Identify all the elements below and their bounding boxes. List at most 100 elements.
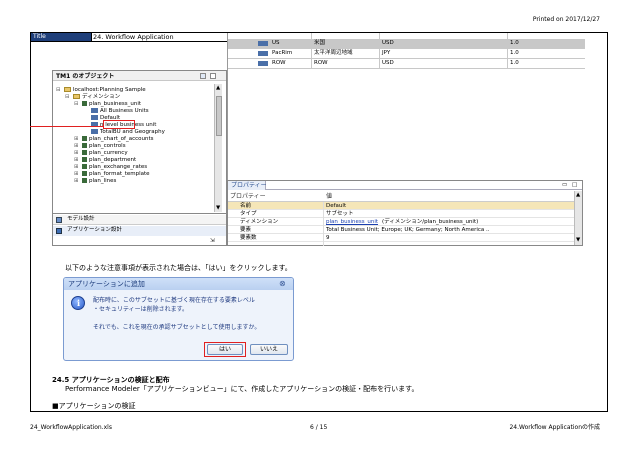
tab-application-design[interactable]: アプリケーション設計 — [53, 226, 226, 236]
scroll-thumb[interactable] — [216, 96, 222, 136]
grid-cell-name: ROW — [272, 60, 286, 66]
maximize-icon[interactable]: □ — [572, 182, 577, 188]
tree-item[interactable]: ⊟ plan_business_unit — [74, 101, 141, 108]
pointer-line — [30, 126, 103, 127]
subset-icon — [91, 129, 98, 134]
prop-tab-line — [266, 189, 582, 190]
sheet-title: 24. Workflow Application — [93, 33, 174, 41]
title-label: Title — [31, 33, 91, 41]
minimize-icon[interactable]: ▭ — [562, 182, 567, 188]
properties-scrollbar[interactable]: ▲ ▼ — [574, 191, 582, 245]
dimension-icon — [82, 157, 87, 162]
scroll-up-icon[interactable]: ▲ — [216, 85, 220, 91]
grid-cell-value: 1.0 — [510, 60, 519, 66]
grid-cell-jp: 太平洋周辺地域 — [314, 50, 353, 56]
grid-cell-jp: 米国 — [314, 40, 326, 46]
tree-item-label: plan_lines — [89, 178, 117, 184]
tab-properties[interactable]: プロパティー — [228, 181, 267, 190]
expander-icon[interactable]: ⊞ — [74, 157, 82, 164]
expander-icon[interactable]: ⊞ — [74, 164, 82, 171]
tree-item[interactable]: TotalBU and Geography — [83, 129, 165, 136]
footer-chapter: 24.Workflow Applicationの作成 — [509, 424, 600, 431]
dialog-title: アプリケーションに追加 — [68, 280, 145, 288]
property-value-detail: (ディメンション/plan_business_unit) — [382, 219, 479, 225]
tree-scrollbar[interactable]: ▲ ▼ — [214, 84, 222, 212]
tree-item-label: plan_currency — [89, 150, 128, 156]
tree-item[interactable]: ⊞ plan_currency — [74, 150, 128, 157]
no-button[interactable]: いいえ — [250, 344, 288, 355]
dialog-message-line2: ・セキュリティーは削除されます。 — [93, 306, 189, 313]
grid-cell-name: US — [272, 40, 280, 46]
tree-item[interactable]: ⊞ plan_department — [74, 157, 136, 164]
grid-cell-currency: USD — [382, 60, 394, 66]
section-heading: 24.5 アプリケーションの検証と配布 — [52, 376, 170, 384]
dimension-icon — [82, 136, 87, 141]
member-icon — [258, 51, 268, 56]
tree-item-label: plan_chart_of_accounts — [89, 136, 154, 142]
expander-icon[interactable]: ⊞ — [74, 178, 82, 185]
collapse-all-icon[interactable] — [200, 73, 206, 79]
tree-item-label: All Business Units — [100, 108, 149, 114]
property-row[interactable]: 要素 Total Business Unit; Europe; UK; Germa… — [228, 226, 574, 234]
grid-cell-currency: USD — [382, 40, 394, 46]
tree-item[interactable]: All Business Units — [83, 108, 149, 115]
expander-icon[interactable]: ⊞ — [74, 171, 82, 178]
scroll-up-icon[interactable]: ▲ — [576, 192, 580, 198]
folder-icon — [64, 87, 71, 92]
tree-item[interactable]: ⊞ plan_format_template — [74, 171, 150, 178]
dimension-icon — [82, 178, 87, 183]
subheading: ■アプリケーションの検証 — [52, 402, 136, 410]
property-row[interactable]: タイプ サブセット — [228, 210, 574, 218]
property-col-sep — [323, 202, 324, 246]
scroll-down-icon[interactable]: ▼ — [216, 205, 220, 211]
tree-item[interactable]: ⊞ plan_exchange_rates — [74, 164, 147, 171]
default-highlight-box — [103, 120, 135, 129]
dimension-icon — [82, 143, 87, 148]
tree-item-label: localhost:Planning Sample — [73, 87, 146, 93]
property-row[interactable]: 名前 Default — [228, 202, 574, 210]
tree-item-label: plan_department — [89, 157, 137, 163]
object-tree: ⊟ localhost:Planning Sample ⊟ ディメンション ⊟ plan_… — [56, 87, 214, 212]
expander-icon[interactable]: ⊞ — [74, 136, 82, 143]
tab-model-design[interactable]: モデル設計 — [53, 215, 226, 225]
tree-item-label: plan_business_unit — [89, 101, 142, 107]
grid-row-us[interactable]: US 米国 USD 1.0 — [228, 39, 585, 49]
tree-item[interactable]: ⊟ localhost:Planning Sample — [56, 87, 146, 94]
panel-title: TM1 のオブジェクト — [56, 73, 115, 80]
expander-icon[interactable]: ⊞ — [74, 143, 82, 150]
tree-item[interactable]: ⊞ plan_controls — [74, 143, 126, 150]
property-row[interactable]: 要素数 9 — [228, 234, 574, 242]
resize-grip-icon[interactable]: ⇲ — [210, 238, 215, 244]
property-value: Default — [326, 203, 347, 209]
member-icon — [258, 61, 268, 66]
panel-sep — [52, 213, 227, 214]
property-value[interactable]: plan_business_unit — [326, 219, 378, 225]
property-row[interactable]: ディメンション plan_business_unit (ディメンション/plan_b… — [228, 218, 574, 226]
expander-icon[interactable]: ⊟ — [56, 87, 64, 94]
property-rows: 名前 Default タイプ サブセット ディメンション plan_business_un… — [228, 202, 574, 246]
expander-icon[interactable]: ⊞ — [74, 150, 82, 157]
scroll-down-icon[interactable]: ▼ — [576, 237, 580, 243]
tree-item[interactable]: ⊞ plan_lines — [74, 178, 116, 185]
tree-item[interactable]: ⊟ ディメンション — [65, 94, 120, 101]
application-design-icon — [56, 228, 62, 234]
grid-col-sep — [379, 33, 380, 69]
yes-highlight-box — [204, 342, 246, 357]
close-icon[interactable]: ⊗ — [279, 279, 286, 288]
expander-icon[interactable]: ⊟ — [65, 94, 73, 101]
property-key: 要素 — [240, 227, 252, 233]
tree-item[interactable]: ⊞ plan_chart_of_accounts — [74, 136, 154, 143]
expander-icon[interactable]: ⊟ — [74, 101, 82, 108]
grid-col-sep — [507, 33, 508, 69]
grid-row-row[interactable]: ROW ROW USD 1.0 — [228, 59, 585, 69]
tree-item-label: ディメンション — [82, 94, 121, 100]
dialog-message-line1: 配布時に、このサブセットに基づく現在存在する要素レベル — [93, 297, 255, 304]
title-divider — [91, 33, 92, 41]
maximize-icon[interactable] — [210, 73, 216, 79]
property-key: ディメンション — [240, 219, 279, 225]
property-value: 9 — [326, 235, 330, 241]
col-property-header: プロパティー — [230, 193, 266, 200]
subset-icon — [91, 115, 98, 120]
section-text: Performance Modeler「アプリケーションビュー」にて、作成したア… — [65, 385, 419, 393]
grid-row-pacrim[interactable]: PacRim 太平洋周辺地域 JPY 1.0 — [228, 49, 585, 59]
